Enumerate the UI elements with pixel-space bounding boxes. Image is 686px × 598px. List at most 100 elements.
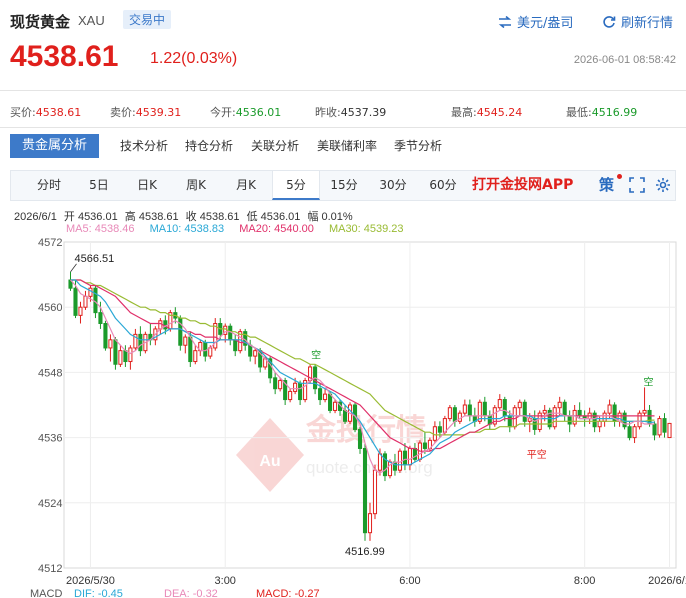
sell-marker: 空	[644, 375, 654, 388]
candle	[118, 345, 123, 367]
close-short-marker: 平空	[527, 448, 547, 461]
ohlc-close: 收 4538.61	[185, 211, 240, 223]
watermark-site: quote.cngold.org	[306, 458, 433, 477]
y-tick-label: 4572	[38, 237, 62, 249]
open-app-link[interactable]: 打开金投网APP	[472, 171, 573, 200]
currency-unit-label: 美元/盎司	[517, 16, 574, 31]
ohlc-low: 低 4536.01	[246, 211, 301, 223]
ohlc-high: 高 4538.61	[124, 211, 179, 223]
brush-icon[interactable]: 策	[599, 174, 622, 194]
tab-period-weekly[interactable]: 周K	[173, 171, 219, 200]
macd-title: MACD	[30, 588, 63, 598]
candle	[253, 347, 258, 365]
candle-body	[83, 295, 88, 308]
candle-body	[447, 407, 452, 420]
ohlc-open: 开 4536.01	[63, 211, 118, 223]
candle-body	[502, 399, 507, 417]
candle	[662, 413, 667, 438]
low-quote: 最低:4516.99	[566, 104, 637, 120]
expand-icon[interactable]	[629, 177, 645, 193]
tab-period-60min[interactable]: 60分	[421, 171, 465, 200]
macd-dea: DEA: -0.32	[164, 588, 218, 598]
candle	[298, 380, 303, 405]
tab-period-daily[interactable]: 日K	[125, 171, 169, 200]
settings-icon[interactable]	[655, 177, 671, 193]
candle	[477, 399, 482, 425]
tab-position-analysis[interactable]: 持仓分析	[185, 134, 233, 158]
candle-body	[637, 412, 642, 428]
tab-technical-analysis[interactable]: 技术分析	[120, 134, 168, 158]
candle	[367, 502, 373, 541]
tab-period-30min[interactable]: 30分	[371, 171, 415, 200]
candle-body	[183, 336, 188, 346]
price-row: 4538.61 1.22(0.03%) 2026-06-01 08:58:42	[10, 40, 676, 76]
candle	[273, 372, 278, 395]
tab-period-15min[interactable]: 15分	[323, 171, 365, 200]
candle-body	[552, 407, 557, 428]
notification-dot	[617, 174, 622, 179]
y-tick-label: 4560	[38, 302, 62, 314]
candle-body	[113, 339, 118, 365]
candle-body	[253, 350, 258, 357]
candle-body	[103, 323, 108, 349]
prev-close-label: 昨收:	[315, 106, 341, 119]
candle	[457, 410, 462, 425]
open-label: 今开:	[210, 106, 236, 119]
candle-body	[367, 513, 373, 534]
period-tabs: 分时 5日 日K 周K 月K 5分 15分 30分 60分 打开金投网APP 策	[10, 170, 676, 201]
candle-body	[273, 377, 278, 390]
candle	[492, 405, 497, 427]
candle-body	[407, 447, 412, 466]
candle-body	[328, 393, 333, 411]
candle	[667, 422, 672, 439]
low-annotation: 4516.99	[345, 546, 385, 558]
candle-body	[108, 339, 113, 349]
ask-quote: 卖价:4539.31	[110, 104, 181, 120]
candle-body	[323, 393, 328, 401]
candle	[612, 402, 617, 427]
candle	[198, 339, 203, 357]
candle	[178, 315, 183, 351]
header: 现货黄金 XAU 交易中 美元/盎司 刷新行情	[10, 8, 676, 34]
candle	[537, 410, 542, 433]
candle	[123, 345, 128, 367]
candle	[552, 405, 557, 430]
candle	[482, 396, 487, 422]
last-price: 4538.61	[10, 40, 119, 73]
candle-body	[592, 412, 597, 428]
candlestick-chart[interactable]: Au金投行情quote.cngold.org457245604548453645…	[0, 230, 686, 588]
tab-period-timeshare[interactable]: 分时	[25, 171, 73, 200]
tab-correlation-analysis[interactable]: 关联分析	[251, 134, 299, 158]
candle	[248, 339, 253, 362]
candle-body	[293, 382, 298, 392]
tab-period-5day[interactable]: 5日	[77, 171, 121, 200]
candle-body	[288, 390, 293, 401]
divider	[0, 90, 686, 91]
candle-body	[298, 382, 303, 401]
ohlc-date: 2026/6/1	[14, 211, 57, 223]
candle-body	[163, 320, 168, 330]
candle	[657, 415, 662, 438]
price-change: 1.22(0.03%)	[150, 50, 238, 67]
candle-body	[517, 401, 522, 409]
candle-body	[118, 350, 123, 365]
candle-body	[422, 442, 427, 449]
tab-seasonal-analysis[interactable]: 季节分析	[394, 134, 442, 158]
ohlc-amplitude: 幅 0.01%	[307, 211, 353, 223]
high-label: 最高:	[451, 106, 477, 119]
divider	[0, 127, 686, 128]
candle-body	[138, 333, 143, 352]
tab-period-5min[interactable]: 5分	[272, 171, 320, 200]
candle-body	[278, 380, 283, 390]
high-pointer	[70, 263, 77, 273]
tab-precious-metal-analysis[interactable]: 贵金属分析	[10, 134, 100, 158]
tab-period-monthly[interactable]: 月K	[223, 171, 269, 200]
currency-unit-link[interactable]: 美元/盎司	[498, 12, 573, 31]
candle	[78, 301, 83, 324]
tab-fed-rate[interactable]: 美联储利率	[317, 134, 377, 158]
candle-body	[123, 350, 128, 363]
refresh-button[interactable]: 刷新行情	[602, 12, 673, 31]
candle-body	[557, 401, 562, 409]
candle-body	[482, 401, 487, 417]
candle-body	[462, 404, 467, 414]
